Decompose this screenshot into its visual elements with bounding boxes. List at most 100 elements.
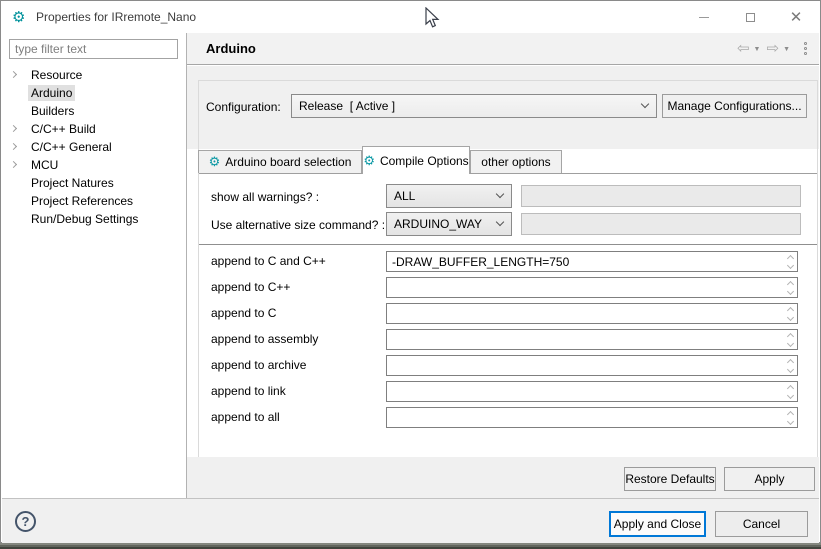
field-label: append to C	[211, 306, 276, 320]
dialog-footer: ? Apply and Close Cancel	[2, 498, 819, 543]
append-archive-input[interactable]	[386, 355, 798, 376]
sidebar-item-run-debug-settings[interactable]: Run/Debug Settings	[2, 210, 185, 228]
view-menu-icon[interactable]	[802, 40, 809, 57]
gear-icon: ⚙	[12, 9, 25, 26]
tab-label: other options	[481, 155, 550, 169]
page-title: Arduino	[206, 33, 256, 64]
field-label: append to link	[211, 384, 286, 398]
manage-configurations-button[interactable]: Manage Configurations...	[662, 94, 807, 118]
sidebar-item-label: Arduino	[28, 85, 75, 101]
minimize-button[interactable]	[681, 2, 727, 33]
spinner-icon[interactable]	[783, 356, 797, 375]
gear-icon: ⚙	[363, 154, 375, 168]
gear-icon: ⚙	[209, 155, 221, 169]
append-cpp-input[interactable]	[386, 277, 798, 298]
sidebar-item-label: C/C++ General	[28, 139, 115, 155]
sidebar-item-label: Project Natures	[28, 175, 117, 191]
append-all-input[interactable]	[386, 407, 798, 428]
window-title: Properties for IRremote_Nano	[36, 2, 196, 33]
filter-input[interactable]	[9, 39, 178, 59]
chevron-right-icon[interactable]	[10, 143, 17, 150]
sidebar-item-label: Run/Debug Settings	[28, 211, 141, 227]
chevron-right-icon[interactable]	[10, 125, 17, 132]
append-c-and-cpp-input[interactable]	[386, 251, 798, 272]
warnings-selected-value: ALL	[394, 189, 415, 203]
chevron-right-icon[interactable]	[10, 161, 17, 168]
warnings-label: show all warnings? :	[211, 190, 319, 204]
tab-other-options[interactable]: other options	[470, 150, 562, 173]
tab-arduino-board-selection[interactable]: ⚙ Arduino board selection	[198, 150, 362, 173]
sidebar-item-label: Project References	[28, 193, 136, 209]
field-label: append to assembly	[211, 332, 318, 346]
sidebar-item-label: Builders	[28, 103, 77, 119]
tab-label: Arduino board selection	[225, 155, 351, 169]
append-row: append to assembly	[199, 329, 817, 350]
append-row: append to C++	[199, 277, 817, 298]
warnings-select[interactable]: ALL	[386, 184, 512, 208]
screen: ⚙ Properties for IRremote_Nano ✕ Resourc…	[0, 0, 821, 549]
close-icon: ✕	[790, 10, 803, 25]
apply-and-close-button[interactable]: Apply and Close	[609, 511, 706, 537]
help-icon[interactable]: ?	[15, 511, 36, 532]
spinner-icon[interactable]	[783, 304, 797, 323]
sidebar-item-project-natures[interactable]: Project Natures	[2, 174, 185, 192]
size-command-selected-value: ARDUINO_WAY	[394, 217, 482, 231]
append-link-input[interactable]	[386, 381, 798, 402]
maximize-icon	[746, 13, 755, 22]
back-icon[interactable]: ⇦	[737, 41, 750, 57]
size-command-custom-field	[521, 213, 801, 235]
sidebar-item-project-references[interactable]: Project References	[2, 192, 185, 210]
cancel-button[interactable]: Cancel	[715, 511, 808, 537]
sidebar-item-resource[interactable]: Resource	[2, 66, 185, 84]
apply-button[interactable]: Apply	[724, 467, 815, 491]
configuration-select[interactable]: Release [ Active ]	[291, 94, 657, 118]
append-row: append to C	[199, 303, 817, 324]
sidebar: Resource Arduino Builders C/C++ Build C/…	[2, 33, 187, 498]
compile-options-panel: show all warnings? : ALL Use alternative…	[199, 173, 817, 457]
spinner-icon[interactable]	[783, 382, 797, 401]
form-separator	[199, 244, 817, 245]
titlebar[interactable]: ⚙ Properties for IRremote_Nano ✕	[2, 2, 819, 33]
spinner-icon[interactable]	[783, 252, 797, 271]
size-command-select[interactable]: ARDUINO_WAY	[386, 212, 512, 236]
chevron-down-icon	[496, 190, 504, 198]
sidebar-item-label: Resource	[28, 67, 85, 83]
sidebar-item-mcu[interactable]: MCU	[2, 156, 185, 174]
tab-compile-options[interactable]: ⚙ Compile Options	[362, 146, 470, 174]
chevron-right-icon[interactable]	[10, 71, 17, 78]
spinner-icon[interactable]	[783, 408, 797, 427]
restore-defaults-button[interactable]: Restore Defaults	[624, 467, 716, 491]
close-button[interactable]: ✕	[773, 2, 819, 33]
back-dropdown-caret-icon[interactable]: ▼	[754, 46, 761, 53]
spinner-icon[interactable]	[783, 330, 797, 349]
background-window-strip	[0, 543, 821, 549]
sidebar-item-builders[interactable]: Builders	[2, 102, 185, 120]
append-row: append to archive	[199, 355, 817, 376]
minimize-icon	[699, 17, 709, 18]
page-header: Arduino ⇦ ▼ ⇨ ▼	[187, 33, 819, 65]
sidebar-item-label: C/C++ Build	[28, 121, 99, 137]
properties-tree: Resource Arduino Builders C/C++ Build C/…	[2, 66, 185, 228]
history-nav: ⇦ ▼ ⇨ ▼	[737, 33, 809, 64]
spinner-icon[interactable]	[783, 278, 797, 297]
chevron-down-icon	[496, 218, 504, 226]
sidebar-item-arduino[interactable]: Arduino	[2, 84, 185, 102]
field-label: append to all	[211, 410, 280, 424]
sidebar-item-ccpp-general[interactable]: C/C++ General	[2, 138, 185, 156]
append-row: append to link	[199, 381, 817, 402]
append-assembly-input[interactable]	[386, 329, 798, 350]
sidebar-item-label: MCU	[28, 157, 61, 173]
warnings-custom-field	[521, 185, 801, 207]
configuration-selected-value: Release [ Active ]	[299, 99, 395, 113]
forward-icon[interactable]: ⇨	[766, 41, 779, 57]
chevron-down-icon	[641, 100, 649, 108]
configuration-label: Configuration:	[206, 100, 281, 114]
maximize-button[interactable]	[727, 2, 773, 33]
field-label: append to archive	[211, 358, 306, 372]
append-row: append to all	[199, 407, 817, 428]
sidebar-item-ccpp-build[interactable]: C/C++ Build	[2, 120, 185, 138]
tab-label: Compile Options	[380, 154, 469, 168]
append-c-input[interactable]	[386, 303, 798, 324]
append-row: append to C and C++	[199, 251, 817, 272]
forward-dropdown-caret-icon[interactable]: ▼	[783, 46, 790, 53]
